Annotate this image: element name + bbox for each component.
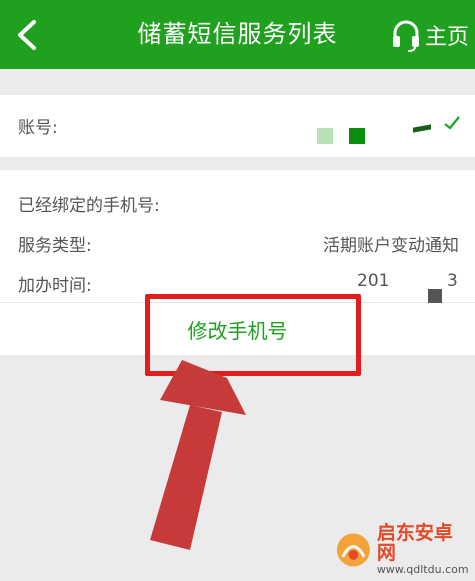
annotation-arrow-icon [150, 360, 246, 550]
bound-phone-label: 已经绑定的手机号: [18, 196, 160, 216]
home-button[interactable]: 主页 [391, 14, 469, 56]
masked-account-fragment [349, 128, 365, 144]
header-bar: 储蓄短信服务列表 主页 [0, 0, 475, 69]
home-label: 主页 [424, 25, 469, 50]
watermark: 启东安卓网 www.qdltdu.com [334, 522, 469, 577]
watermark-logo-icon [336, 533, 370, 567]
masked-account-fragment [317, 128, 333, 144]
watermark-url: www.qdltdu.com [376, 563, 469, 577]
headset-icon [392, 20, 419, 52]
account-card: 账号: [0, 95, 475, 157]
service-type-value: 活期账户变动通知 [323, 236, 459, 256]
masked-value-fragment [428, 289, 442, 303]
screen: 储蓄短信服务列表 主页 账号: 已经绑定的手机号: 服务类型: 活期账户变动通知… [0, 0, 475, 581]
added-time-value-suffix: 3 [447, 271, 458, 291]
account-label: 账号: [18, 118, 58, 138]
added-time-value: 201 [357, 271, 390, 291]
check-icon [444, 116, 460, 130]
added-time-label: 加办时间: [18, 276, 92, 296]
watermark-title: 启东安卓网 [376, 522, 453, 565]
service-type-label: 服务类型: [18, 236, 92, 256]
